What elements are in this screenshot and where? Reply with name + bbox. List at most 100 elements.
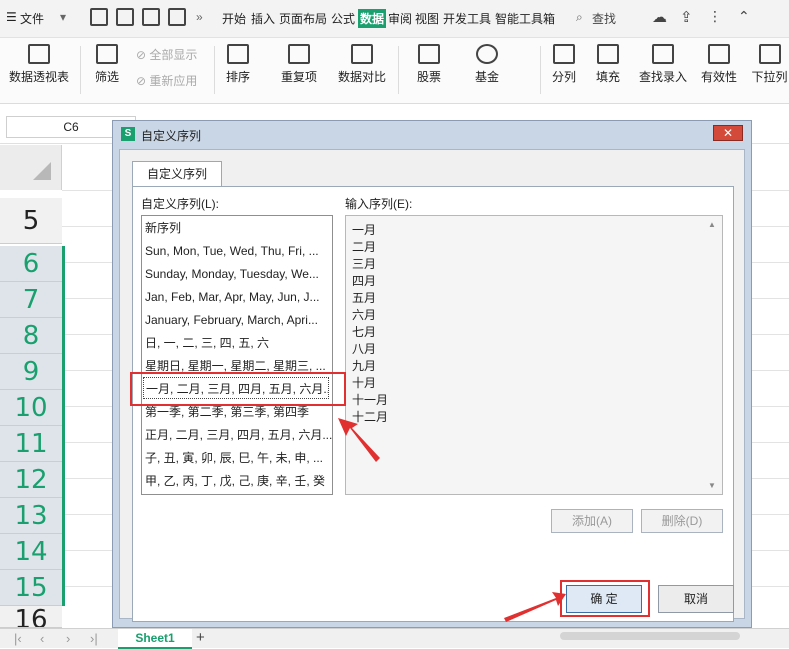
funds-label: 基金	[474, 70, 499, 84]
cancel-button[interactable]: 取消	[658, 585, 734, 613]
sort-button[interactable]: 排序	[218, 44, 258, 85]
tab-developer[interactable]: 开发工具	[443, 10, 491, 27]
input-line: 九月	[352, 359, 377, 373]
scroll-up-icon[interactable]: ▲	[708, 220, 716, 229]
reapply-label: 重新应用	[149, 74, 198, 88]
row-header[interactable]: 6	[0, 246, 62, 282]
file-menu[interactable]: 文件	[20, 10, 44, 27]
input-line: 四月	[352, 274, 377, 288]
row-header[interactable]: 8	[0, 318, 62, 354]
list-highlight-box	[130, 372, 346, 406]
add-button[interactable]: 添加(A)	[551, 509, 633, 533]
dialog-title-bar[interactable]: S 自定义序列 ✕	[113, 121, 751, 147]
export-icon[interactable]	[116, 8, 134, 26]
select-all-corner[interactable]	[0, 145, 62, 190]
more-options-icon[interactable]: ⋮	[708, 8, 722, 25]
reapply-button[interactable]: ⊘ 重新应用	[136, 72, 197, 89]
list-item[interactable]: 新序列	[145, 217, 332, 239]
tab-home[interactable]: 开始	[222, 10, 246, 27]
list-item[interactable]: 正月, 二月, 三月, 四月, 五月, 六月...	[145, 424, 332, 446]
scroll-down-icon[interactable]: ▼	[708, 481, 716, 490]
fill-button[interactable]: 填充	[590, 44, 626, 85]
stocks-button[interactable]: 股票	[404, 44, 454, 85]
input-list-textarea[interactable]: 一月 二月 三月 四月 五月 六月 七月 八月 九月 十月 十一月 十二月 ▲ …	[345, 215, 723, 495]
split-button[interactable]: 分列	[546, 44, 582, 85]
input-line: 十月	[352, 376, 377, 390]
row-header[interactable]: 15	[0, 570, 62, 606]
tab-formula[interactable]: 公式	[331, 10, 355, 27]
tab-page-layout[interactable]: 页面布局	[279, 10, 327, 27]
input-line: 十二月	[352, 410, 389, 424]
duplicates-button[interactable]: 重复项	[274, 44, 324, 85]
list-item[interactable]: 子, 丑, 寅, 卯, 辰, 巳, 午, 未, 申, ...	[145, 447, 332, 469]
close-icon: ✕	[722, 126, 734, 140]
show-all-button[interactable]: ⊘ 全部显示	[136, 46, 197, 63]
row-header[interactable]: 9	[0, 354, 62, 390]
stocks-icon	[418, 44, 440, 64]
compare-button[interactable]: 数据对比	[332, 44, 392, 85]
validity-button[interactable]: 有效性	[696, 44, 742, 85]
tab-smart-toolbox[interactable]: 智能工具箱	[495, 10, 555, 27]
ok-button[interactable]: 确 定	[566, 585, 642, 613]
fill-icon	[597, 44, 619, 64]
sort-icon	[227, 44, 249, 64]
dialog-title: 自定义序列	[141, 129, 202, 143]
menu-icon[interactable]: ☰	[6, 10, 17, 24]
row-header[interactable]: 11	[0, 426, 62, 462]
funds-button[interactable]: 基金	[462, 44, 512, 85]
pivot-table-icon	[28, 44, 50, 64]
row-header[interactable]: 16	[0, 606, 62, 628]
dropdown-list-icon	[758, 44, 781, 64]
filter-button[interactable]: 筛选	[86, 44, 128, 85]
share-icon[interactable]: ⇪	[680, 8, 693, 26]
delete-button[interactable]: 删除(D)	[641, 509, 723, 533]
chevron-down-icon[interactable]: ▾	[60, 10, 66, 24]
pivot-table-button[interactable]: 数据透视表	[6, 44, 72, 85]
list-label: 自定义序列(L):	[141, 197, 220, 211]
preview-icon[interactable]	[168, 8, 186, 26]
lookup-entry-button[interactable]: 查找录入	[636, 44, 690, 85]
save-icon[interactable]	[90, 8, 108, 26]
list-item[interactable]: January, February, March, Apri...	[145, 309, 332, 331]
tab-review[interactable]: 审阅	[388, 10, 412, 27]
search-icon[interactable]: ⌕	[576, 10, 583, 25]
dropdown-list-button[interactable]: 下拉列	[750, 44, 789, 85]
row-header[interactable]: 12	[0, 462, 62, 498]
list-item[interactable]: 甲, 乙, 丙, 丁, 戊, 己, 庚, 辛, 壬, 癸	[145, 470, 332, 492]
row-header[interactable]: 7	[0, 282, 62, 318]
print-icon[interactable]	[142, 8, 160, 26]
list-item[interactable]: Sun, Mon, Tue, Wed, Thu, Fri, ...	[145, 240, 332, 262]
list-item[interactable]: Sunday, Monday, Tuesday, We...	[145, 263, 332, 285]
last-sheet-icon[interactable]: ›|	[90, 631, 98, 646]
sort-label: 排序	[225, 70, 250, 84]
input-line: 八月	[352, 342, 377, 356]
first-sheet-icon[interactable]: |‹	[14, 631, 22, 646]
vertical-scrollbar[interactable]: ▲ ▼	[706, 218, 720, 492]
list-item[interactable]: 日, 一, 二, 三, 四, 五, 六	[145, 332, 332, 354]
close-button[interactable]: ✕	[713, 125, 743, 141]
row-header[interactable]: 13	[0, 498, 62, 534]
sheet-tab[interactable]: Sheet1	[118, 629, 192, 649]
more-icon[interactable]: »	[196, 10, 203, 24]
row-header[interactable]: 10	[0, 390, 62, 426]
row-header[interactable]: 14	[0, 534, 62, 570]
row-header[interactable]: 5	[0, 198, 62, 244]
collapse-icon[interactable]: ⌃	[738, 8, 750, 25]
tab-insert[interactable]: 插入	[251, 10, 275, 27]
search-label[interactable]: 查找	[592, 10, 616, 27]
compare-icon	[351, 44, 373, 64]
horizontal-scrollbar[interactable]	[560, 632, 740, 640]
ribbon-divider	[398, 46, 399, 94]
tab-view[interactable]: 视图	[415, 10, 439, 27]
prev-sheet-icon[interactable]: ‹	[40, 631, 44, 646]
custom-list-box[interactable]: 新序列 Sun, Mon, Tue, Wed, Thu, Fri, ... Su…	[141, 215, 333, 495]
list-item[interactable]: Jan, Feb, Mar, Apr, May, Jun, J...	[145, 286, 332, 308]
cloud-icon[interactable]: ☁	[652, 8, 667, 26]
next-sheet-icon[interactable]: ›	[66, 631, 70, 646]
tab-custom-list[interactable]: 自定义序列	[132, 161, 222, 187]
tab-data[interactable]: 数据	[358, 9, 387, 28]
add-sheet-button[interactable]: +	[196, 629, 205, 646]
input-line: 五月	[352, 291, 377, 305]
split-label: 分列	[551, 70, 576, 84]
input-label: 输入序列(E):	[345, 197, 413, 211]
